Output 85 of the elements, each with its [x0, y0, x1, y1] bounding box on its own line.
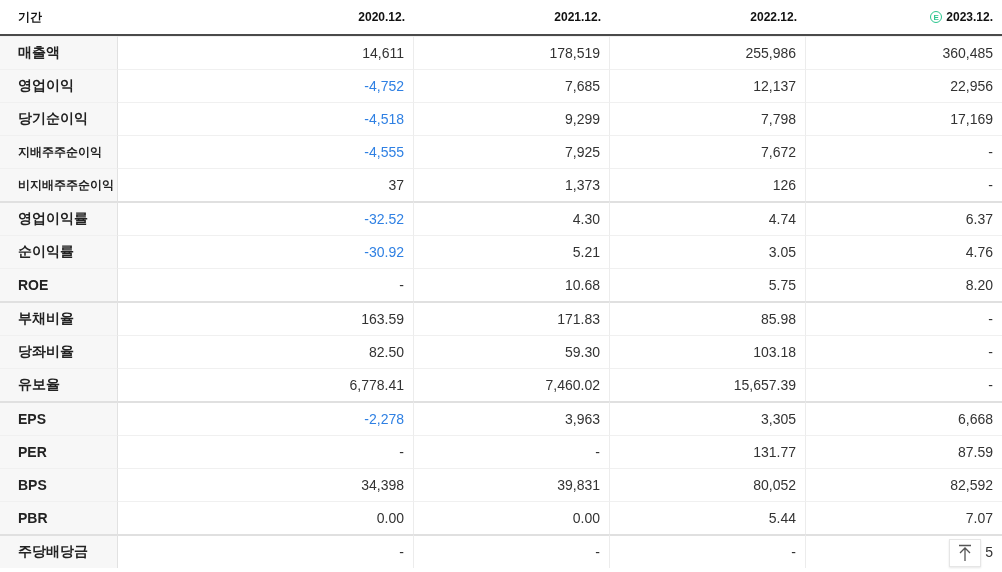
column-header: 2020.12.: [118, 0, 414, 36]
table-cell: 22,956: [806, 69, 1002, 102]
row-label: PBR: [0, 501, 118, 534]
table-cell: 5.44: [610, 501, 806, 534]
table-cell: -: [414, 534, 610, 568]
table-cell: 255,986: [610, 36, 806, 69]
row-label: 비지배주주순이익: [0, 168, 118, 201]
table-cell: -: [118, 534, 414, 568]
table-cell: -30.92: [118, 235, 414, 268]
table-cell: -2,278: [118, 401, 414, 435]
table-cell: 3.05: [610, 235, 806, 268]
table-cell: 360,485: [806, 36, 1002, 69]
table-cell: 82.50: [118, 335, 414, 368]
table-cell: 59.30: [414, 335, 610, 368]
table-cell: 14,611: [118, 36, 414, 69]
table-cell: 7.07: [806, 501, 1002, 534]
table-cell: 5.75: [610, 268, 806, 301]
table-cell: 4.30: [414, 201, 610, 235]
row-label: 당좌비율: [0, 335, 118, 368]
row-label: ROE: [0, 268, 118, 301]
table-cell: 82,592: [806, 468, 1002, 501]
column-header-text: 2023.12.: [946, 10, 993, 24]
back-to-top-button[interactable]: [949, 539, 981, 567]
table-cell: 0.00: [118, 501, 414, 534]
row-label: 주당배당금: [0, 534, 118, 568]
table-cell: 6.37: [806, 201, 1002, 235]
column-header: 2021.12.: [414, 0, 610, 36]
row-label: 유보율: [0, 368, 118, 401]
row-label: 매출액: [0, 36, 118, 69]
table-cell: 131.77: [610, 435, 806, 468]
table-cell: 3,963: [414, 401, 610, 435]
table-cell: 39,831: [414, 468, 610, 501]
table-cell: -: [118, 268, 414, 301]
column-header: 2022.12.: [610, 0, 806, 36]
table-cell: -: [806, 368, 1002, 401]
table-cell: 85.98: [610, 301, 806, 335]
table-cell: 37: [118, 168, 414, 201]
row-label: BPS: [0, 468, 118, 501]
table-cell: 7,672: [610, 135, 806, 168]
table-cell: -: [414, 435, 610, 468]
table-cell: -: [806, 301, 1002, 335]
table-cell: -32.52: [118, 201, 414, 235]
table-cell: 6,668: [806, 401, 1002, 435]
table-cell: 126: [610, 168, 806, 201]
table-cell: 5.21: [414, 235, 610, 268]
table-cell: 103.18: [610, 335, 806, 368]
row-label: 영업이익: [0, 69, 118, 102]
table-cell: 3,305: [610, 401, 806, 435]
row-label: 당기순이익: [0, 102, 118, 135]
table-cell: 171.83: [414, 301, 610, 335]
table-cell: 163.59: [118, 301, 414, 335]
table-cell: 7,460.02: [414, 368, 610, 401]
table-cell: 7,798: [610, 102, 806, 135]
table-cell: 1,373: [414, 168, 610, 201]
table-cell: -4,752: [118, 69, 414, 102]
table-cell: -4,555: [118, 135, 414, 168]
table-cell: -: [806, 168, 1002, 201]
row-label: EPS: [0, 401, 118, 435]
row-label: 부채비율: [0, 301, 118, 335]
table-cell: 8.20: [806, 268, 1002, 301]
table-cell: 4.76: [806, 235, 1002, 268]
table-cell: -: [806, 135, 1002, 168]
table-cell: 178,519: [414, 36, 610, 69]
table-cell: 80,052: [610, 468, 806, 501]
table-cell: 10.68: [414, 268, 610, 301]
table-cell: 7,685: [414, 69, 610, 102]
table-cell: 0.00: [414, 501, 610, 534]
table-cell: 12,137: [610, 69, 806, 102]
table-cell: -: [610, 534, 806, 568]
table-cell: 7,925: [414, 135, 610, 168]
table-cell: 15,657.39: [610, 368, 806, 401]
table-cell: 87.59: [806, 435, 1002, 468]
row-label: PER: [0, 435, 118, 468]
table-cell: 34,398: [118, 468, 414, 501]
table-cell: -4,518: [118, 102, 414, 135]
table-cell: 17,169: [806, 102, 1002, 135]
table-cell: -: [806, 335, 1002, 368]
row-label: 지배주주순이익: [0, 135, 118, 168]
table-cell: 9,299: [414, 102, 610, 135]
arrow-up-icon: [958, 544, 972, 562]
table-cell: 6,778.41: [118, 368, 414, 401]
table-cell: -: [118, 435, 414, 468]
row-label: 순이익률: [0, 235, 118, 268]
row-label: 영업이익률: [0, 201, 118, 235]
table-cell: 4.74: [610, 201, 806, 235]
